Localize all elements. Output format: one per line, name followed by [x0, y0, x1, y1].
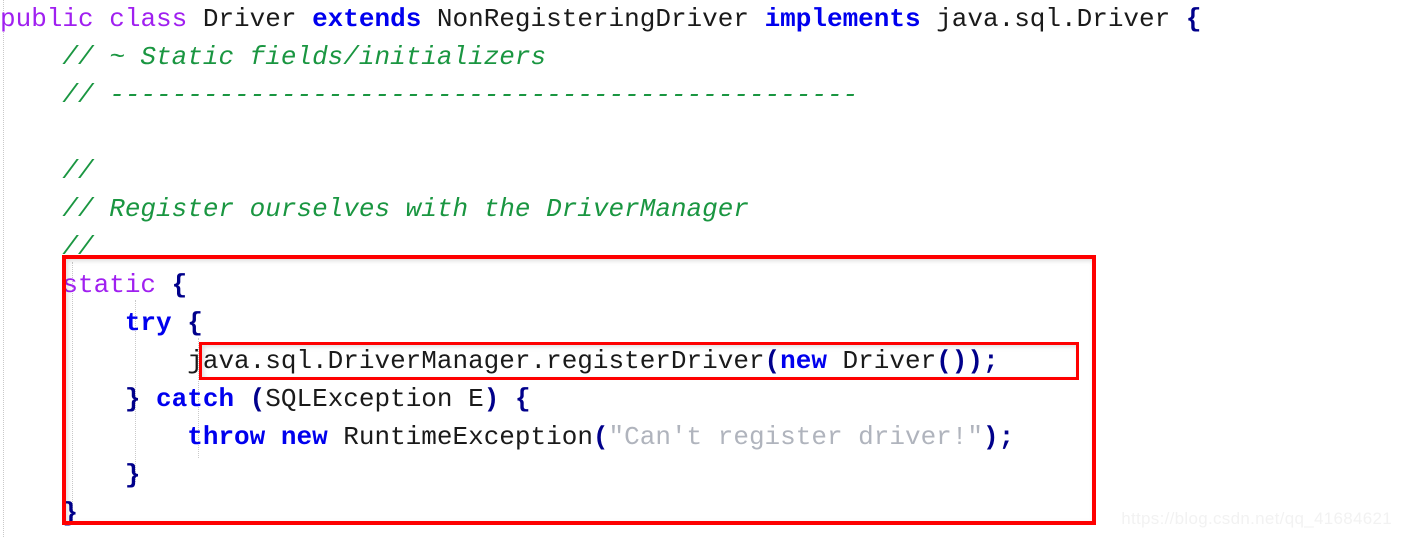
code-token: } — [62, 498, 79, 528]
code-token: try — [124, 308, 172, 338]
code-line: static { — [0, 266, 1402, 304]
code-line: // Register ourselves with the DriverMan… — [0, 190, 1402, 228]
code-token: catch — [156, 384, 235, 414]
code-token: new — [280, 422, 328, 452]
code-token: { — [514, 384, 531, 414]
code-token: throw — [187, 422, 266, 452]
code-token: ) — [483, 384, 500, 414]
code-token: ; — [998, 422, 1015, 452]
code-line: } catch (SQLException E) { — [0, 380, 1402, 418]
code-token: static — [62, 270, 157, 300]
code-token: Driver — [187, 4, 313, 34]
code-token: ; — [982, 346, 999, 376]
code-token: // -------------------------------------… — [62, 80, 859, 110]
code-token: } — [124, 460, 141, 490]
code-line: // -------------------------------------… — [0, 76, 1402, 114]
code-token: java.sql.DriverManager.registerDriver — [187, 346, 765, 376]
code-token: { — [187, 308, 203, 338]
code-token: ( — [592, 422, 609, 452]
code-token: // — [62, 156, 94, 186]
code-token: RuntimeException — [327, 422, 593, 452]
code-line: java.sql.DriverManager.registerDriver(ne… — [0, 342, 1402, 380]
code-token: ( — [764, 346, 781, 376]
code-token: new — [780, 346, 827, 376]
code-token: ) — [983, 422, 999, 452]
code-token: NonRegisteringDriver — [421, 4, 765, 34]
code-token: implements — [764, 4, 921, 34]
code-token: // Register ourselves with the DriverMan… — [62, 194, 749, 224]
code-token: extends — [312, 4, 422, 34]
code-editor[interactable]: public class Driver extends NonRegisteri… — [0, 0, 1402, 537]
code-token: // — [62, 232, 94, 262]
code-line: public class Driver extends NonRegisteri… — [0, 0, 1402, 38]
code-token: // ~ Static fields/initializers — [62, 42, 547, 72]
code-line: throw new RuntimeException("Can't regist… — [0, 418, 1402, 456]
code-token: ()) — [936, 346, 983, 376]
watermark: https://blog.csdn.net/qq_41684621 — [1121, 509, 1392, 528]
code-token: { — [1185, 4, 1202, 34]
code-line: } — [0, 456, 1402, 494]
code-token: class — [109, 4, 188, 34]
code-token: java.sql.Driver — [920, 4, 1186, 34]
code-token: "Can't register driver!" — [608, 422, 983, 452]
code-token: public — [0, 4, 94, 34]
code-token: } — [124, 384, 141, 414]
code-line: // — [0, 228, 1402, 266]
code-line: // ~ Static fields/initializers — [0, 38, 1402, 76]
code-lines[interactable]: public class Driver extends NonRegisteri… — [0, 0, 1402, 532]
code-line: try { — [0, 304, 1402, 342]
code-token: SQLException E — [265, 384, 484, 414]
code-token: ( — [249, 384, 266, 414]
code-token: { — [171, 270, 188, 300]
code-line: // — [0, 152, 1402, 190]
code-token: Driver — [826, 346, 937, 376]
